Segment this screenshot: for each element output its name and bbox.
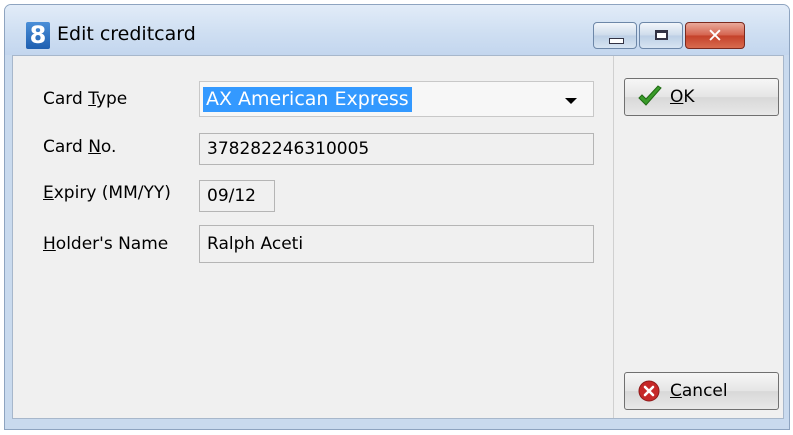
card-form: Card Type AX American Express Card No. 3… bbox=[13, 56, 607, 418]
minimize-icon bbox=[609, 38, 624, 44]
card-type-dropdown[interactable]: AX American Express bbox=[199, 81, 594, 117]
card-no-label: Card No. bbox=[43, 137, 116, 157]
maximize-icon bbox=[655, 30, 668, 40]
checkmark-icon bbox=[638, 85, 662, 106]
cancel-icon bbox=[638, 380, 660, 402]
app-icon: 8 bbox=[26, 22, 50, 49]
mnemonic-letter: O bbox=[670, 87, 684, 107]
label-text: o. bbox=[100, 137, 117, 157]
ok-button[interactable]: OK bbox=[624, 78, 779, 116]
minimize-button[interactable] bbox=[593, 22, 637, 49]
expiry-field[interactable]: 09/12 bbox=[199, 180, 275, 212]
mnemonic-letter: C bbox=[670, 381, 682, 401]
mnemonic-letter: T bbox=[88, 89, 96, 109]
maximize-button[interactable] bbox=[639, 22, 683, 49]
cancel-button[interactable]: Cancel bbox=[624, 372, 779, 410]
label-text: K bbox=[683, 87, 695, 107]
mnemonic-letter: H bbox=[43, 234, 56, 254]
label-text: xpiry (MM/YY) bbox=[53, 183, 171, 203]
chevron-down-icon[interactable] bbox=[565, 98, 577, 104]
edit-creditcard-window: 8 Edit creditcard ✕ Card Type AX America… bbox=[4, 4, 790, 430]
ok-button-label: OK bbox=[670, 87, 695, 107]
label-text: Card bbox=[43, 137, 89, 157]
label-text: ancel bbox=[681, 381, 728, 401]
card-type-label: Card Type bbox=[43, 89, 127, 109]
label-text: Card bbox=[43, 89, 89, 109]
cancel-button-label: Cancel bbox=[670, 381, 728, 401]
mnemonic-letter: E bbox=[43, 183, 54, 203]
card-type-selected-value: AX American Express bbox=[203, 87, 412, 112]
label-text: older's Name bbox=[55, 234, 169, 254]
dialog-client-area: Card Type AX American Express Card No. 3… bbox=[12, 55, 784, 419]
title-bar[interactable]: 8 Edit creditcard ✕ bbox=[5, 5, 789, 55]
close-icon: ✕ bbox=[707, 25, 723, 47]
expiry-label: Expiry (MM/YY) bbox=[43, 183, 171, 203]
mnemonic-letter: N bbox=[88, 137, 101, 157]
window-title: Edit creditcard bbox=[57, 23, 196, 45]
action-panel: OK Cancel bbox=[613, 56, 784, 418]
holder-name-label: Holder's Name bbox=[43, 234, 168, 254]
card-number-field[interactable]: 378282246310005 bbox=[199, 133, 594, 165]
label-text: ype bbox=[95, 89, 128, 109]
close-button[interactable]: ✕ bbox=[685, 22, 745, 49]
holder-name-field[interactable]: Ralph Aceti bbox=[199, 225, 594, 263]
